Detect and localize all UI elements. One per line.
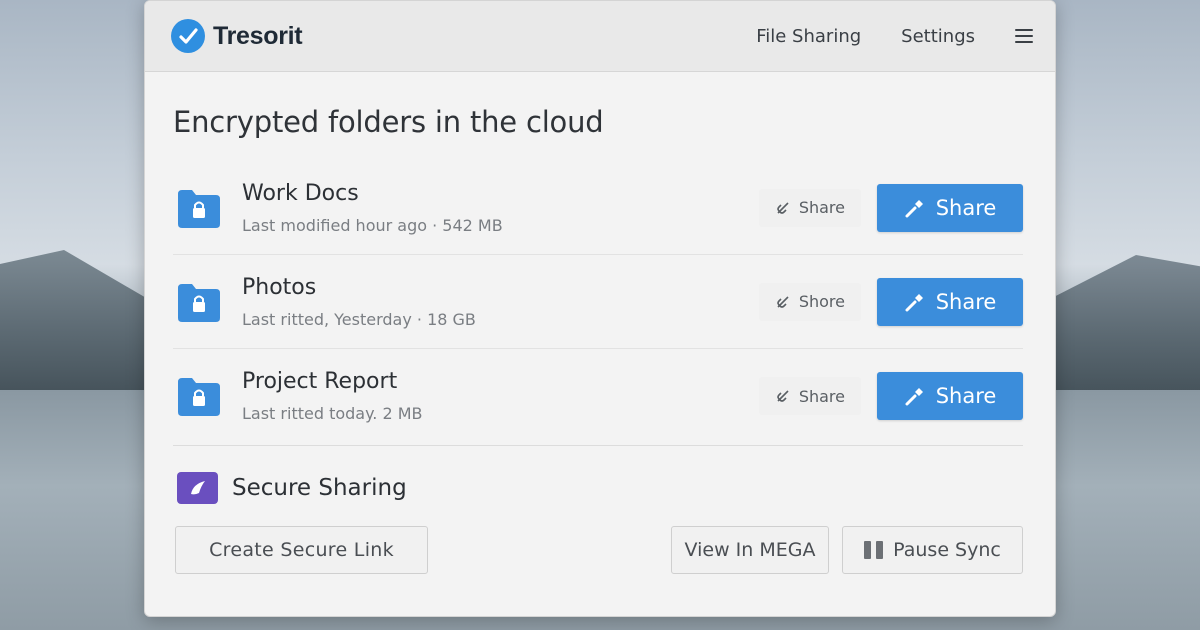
brand-name: Tresorit [213,21,303,50]
top-nav: File Sharing Settings [756,26,1033,47]
share-link-button[interactable]: Share [758,188,861,227]
pause-icon [864,541,884,559]
secure-sharing-header: Secure Sharing [177,472,1023,504]
share-button[interactable]: Share [877,277,1023,326]
folder-row-photos[interactable]: Photos Last ritted, Yesterday · 18 GB Sh… [173,255,1023,349]
share-tool-icon [905,199,923,217]
share-link-label: Share [798,198,845,217]
section-divider [173,445,1023,446]
view-in-mega-button[interactable]: View In MEGA [671,526,829,574]
app-window: Tresorit File Sharing Settings Encrypted… [144,0,1056,617]
share-button[interactable]: Share [877,183,1023,232]
background-mountains-right [1040,255,1200,395]
row-actions: Share Share [758,183,1023,232]
share-link-icon [777,295,789,308]
secure-sharing-title: Secure Sharing [232,475,407,501]
background-mountains-left [0,250,160,390]
share-tool-icon [905,388,923,406]
folder-name: Photos [242,274,317,300]
secure-sharing-icon [177,472,218,504]
row-actions: Share Share [758,372,1023,420]
folder-row-work-docs[interactable]: Work Docs Last modified hour ago · 542 M… [173,161,1023,255]
create-secure-link-button[interactable]: Create Secure Link [175,526,428,574]
share-link-label: Shore [798,292,845,311]
locked-folder-icon [176,374,222,418]
nav-settings[interactable]: Settings [901,26,975,47]
hamburger-menu-icon[interactable] [1015,29,1033,43]
page-title: Encrypted folders in the cloud [173,105,604,139]
pause-sync-button[interactable]: Pause Sync [842,526,1023,574]
folder-meta: Last ritted, Yesterday · 18 GB [242,309,476,329]
row-actions: Shore Share [758,277,1023,326]
bottom-actions: Create Secure Link View In MEGA Pause Sy… [173,526,1023,574]
share-link-icon [777,390,789,402]
folder-info: Work Docs Last modified hour ago · 542 M… [242,181,503,235]
view-in-mega-label: View In MEGA [684,539,816,561]
share-button-label: Share [935,289,997,314]
nav-file-sharing[interactable]: File Sharing [756,26,861,47]
share-button[interactable]: Share [877,372,1023,420]
create-secure-link-label: Create Secure Link [209,539,394,561]
share-button-label: Share [935,195,997,220]
share-link-label: Share [798,386,845,406]
share-link-icon [777,201,789,214]
share-button-label: Share [935,384,997,408]
folder-name: Project Report [242,369,398,394]
share-link-button[interactable]: Share [758,377,861,415]
main-content: Encrypted folders in the cloud Work Docs… [145,105,1055,574]
pause-sync-label: Pause Sync [893,539,1001,561]
folder-row-project-report[interactable]: Project Report Last ritted today. 2 MB S… [173,349,1023,443]
top-bar: Tresorit File Sharing Settings [145,1,1055,72]
brand[interactable]: Tresorit [171,19,303,53]
folder-meta: Last ritted today. 2 MB [242,404,423,423]
tresorit-logo-icon [171,19,205,53]
locked-folder-icon [176,186,222,230]
folder-list: Work Docs Last modified hour ago · 542 M… [173,161,1023,443]
share-tool-icon [905,293,923,311]
folder-name: Work Docs [242,180,359,206]
share-link-button[interactable]: Shore [758,282,861,321]
folder-info: Project Report Last ritted today. 2 MB [242,369,423,423]
folder-meta: Last modified hour ago · 542 MB [242,215,503,235]
locked-folder-icon [176,280,222,324]
folder-info: Photos Last ritted, Yesterday · 18 GB [242,275,476,329]
